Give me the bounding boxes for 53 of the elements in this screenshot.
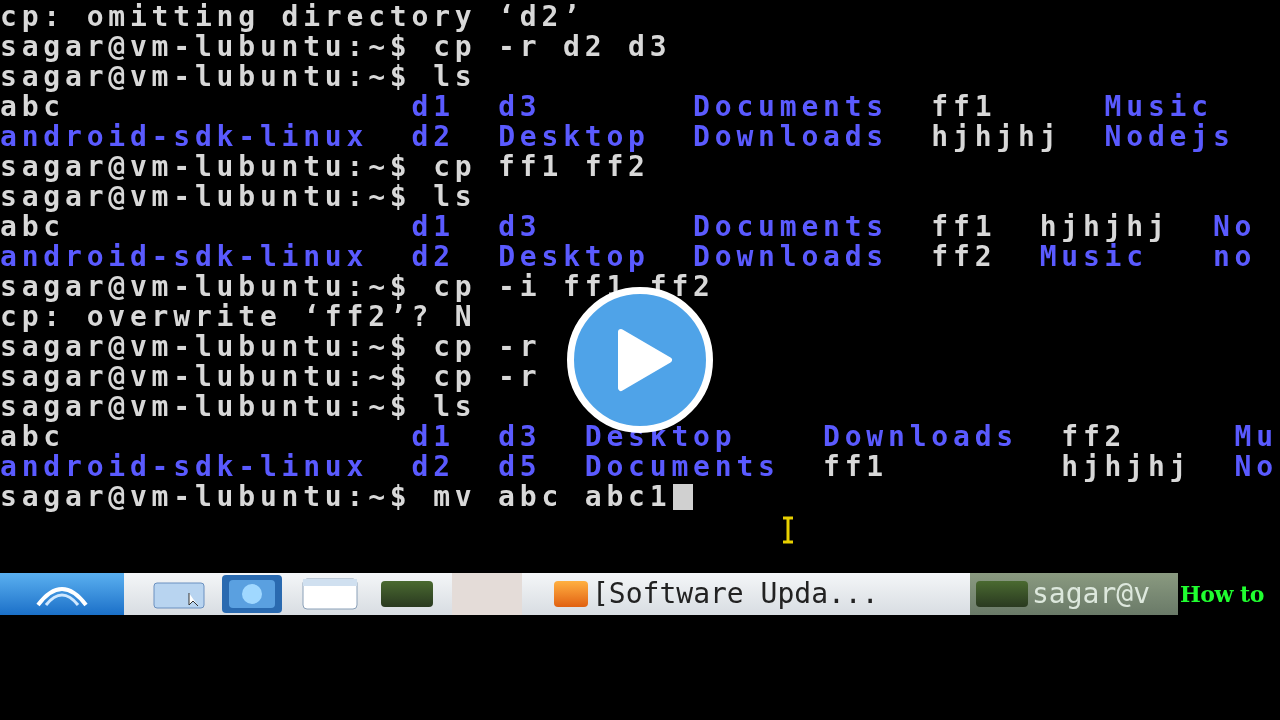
file-name: hjhjhj: [1061, 450, 1192, 483]
directory-name: Nodejs: [1104, 120, 1235, 153]
directory-name: android-sdk-linux: [0, 450, 369, 483]
directory-name: d3: [498, 210, 542, 243]
directory-name: Mu: [1234, 420, 1278, 453]
file-name: ff1: [931, 90, 997, 123]
file-name: ff2: [1061, 420, 1127, 453]
package-icon: [554, 581, 588, 607]
directory-name: Downloads: [823, 420, 1018, 453]
start-button[interactable]: [0, 573, 124, 615]
i-beam-cursor-icon: [781, 516, 795, 544]
terminal-line: sagar@vm-lubuntu:~$ ls: [0, 62, 477, 92]
directory-name: No: [1212, 210, 1257, 243]
directory-name: Desktop: [498, 240, 650, 273]
directory-name: d3: [498, 90, 542, 123]
file-name: ff1: [931, 210, 997, 243]
terminal-line: sagar@vm-lubuntu:~$ cp -r: [0, 362, 542, 392]
directory-name: Documents: [693, 210, 888, 243]
directory-name: d2: [411, 450, 455, 483]
play-icon: [617, 328, 673, 392]
network-button[interactable]: [222, 575, 282, 613]
directory-name: Documents: [693, 90, 888, 123]
terminal-line: sagar@vm-lubuntu:~$ cp -r: [0, 332, 542, 362]
directory-name: d5: [498, 450, 542, 483]
directory-name: d1: [411, 90, 455, 123]
directory-name: Downloads: [693, 240, 888, 273]
directory-name: d3: [498, 420, 542, 453]
directory-name: No: [1234, 450, 1278, 483]
directory-name: android-sdk-linux: [0, 240, 369, 273]
directory-name: Desktop: [498, 120, 650, 153]
directory-name: d2: [411, 120, 455, 153]
directory-name: no: [1212, 240, 1257, 273]
directory-name: d2: [411, 240, 455, 273]
file-name: ff1: [823, 450, 888, 483]
directory-name: Music: [1104, 90, 1213, 123]
window-icon: [302, 578, 358, 610]
terminal-line: sagar@vm-lubuntu:~$ cp -r d2 d3: [0, 32, 672, 62]
file-name: ff2: [931, 240, 997, 273]
directory-name: d1: [411, 420, 455, 453]
file-name: hjhjhj: [931, 120, 1062, 153]
terminal-line: sagar@vm-lubuntu:~$ mv abc abc1: [0, 482, 672, 512]
directory-name: Desktop: [584, 420, 737, 453]
terminal-line: cp: overwrite ‘ff2’? N: [0, 302, 477, 332]
terminal-line: sagar@vm-lubuntu:~$ cp ff1 ff2: [0, 152, 650, 182]
directory-name: d1: [411, 210, 455, 243]
file-name: hjhjhj: [1039, 210, 1170, 243]
terminal-line: sagar@vm-lubuntu:~$ ls: [0, 182, 477, 212]
directory-name: android-sdk-linux: [0, 120, 369, 153]
caption-text: How to: [1180, 579, 1264, 609]
terminal-line: sagar@vm-lubuntu:~$ ls: [0, 392, 477, 422]
taskbar-window-button[interactable]: [Software Upda...: [548, 573, 958, 615]
directory-name: Downloads: [693, 120, 888, 153]
terminal-line: cp: omitting directory ‘d2’: [0, 2, 585, 32]
